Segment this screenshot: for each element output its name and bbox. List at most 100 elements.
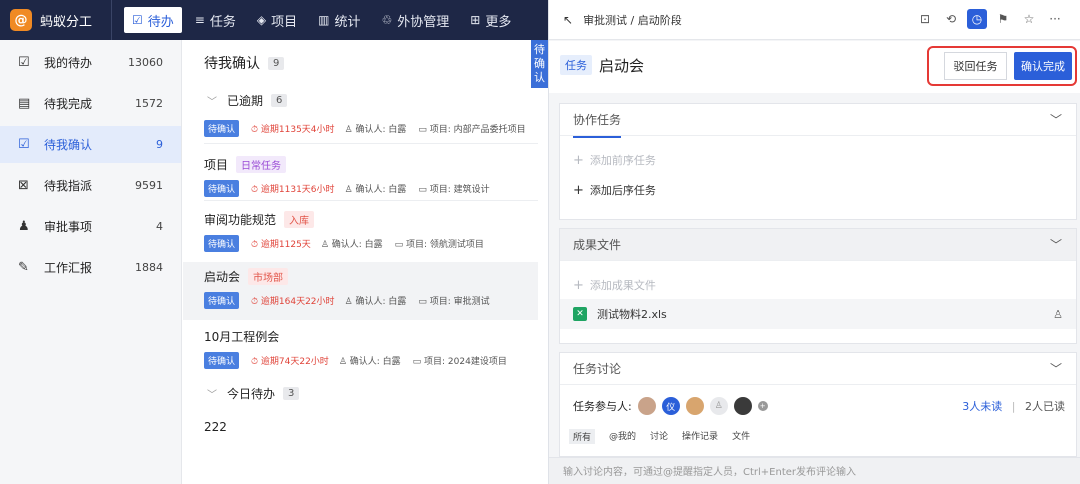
task-name: 审阅功能规范 [204,213,277,227]
filter-mentions[interactable]: @我的 [609,429,636,444]
add-predecessor-button[interactable]: + 添加前序任务 [573,152,656,168]
more-icon[interactable]: ··· [1045,9,1065,29]
task-tag: 入库 [284,211,315,228]
unread-count[interactable]: 3人未读 [962,400,1002,413]
task-name: 项目 [204,158,229,172]
grid-icon: ⊞ [470,13,481,27]
project-text: 项目: 审批测试 [429,297,490,307]
comment-input[interactable]: 输入讨论内容，可通过@提醒指定人员，Ctrl+Enter发布评论输入 [549,457,1080,484]
add-file-button[interactable]: + 添加成果文件 [573,277,656,293]
card-title[interactable]: 任务讨论 [573,360,621,377]
page-title[interactable]: 启动会 [599,55,644,76]
vtab-char: 认 [534,71,545,84]
nav-tasks[interactable]: ≡ 任务 [187,7,244,33]
app-logo[interactable]: @ 蚂蚁分工 [0,0,112,40]
nav-stats[interactable]: ▥ 统计 [310,7,368,33]
task-name: 10月工程例会 [204,330,280,344]
chevron-down-icon[interactable]: ﹀ [1050,236,1062,253]
assign-icon: ⊠ [18,178,29,193]
avatar[interactable] [637,397,656,415]
plus-icon: + [573,152,584,168]
nav-todo[interactable]: ☑ 待办 [124,7,182,33]
filter-all[interactable]: 所有 [569,429,596,444]
task-row[interactable]: 审阅功能规范 入库 待确认 ⏱ 逾期1125天 ♙ 确认人: 白露 ▭ 项目: 领… [183,205,538,263]
card-title[interactable]: 协作任务 [573,111,622,138]
sidebar: ☑ 我的待办 13060 ▤ 待我完成 1572 ☑ 待我确认 9 ⊠ 待我指派 9591 ♟ 审… [0,40,182,484]
cycle-icon: ♲ [381,13,393,27]
nav-more[interactable]: ⊞ 更多 [462,7,519,33]
avatar-placeholder-icon[interactable]: ♙ [709,397,728,415]
filter-discussion[interactable]: 讨论 [650,429,668,444]
file-name[interactable]: 测试物料2.xls [597,306,1053,322]
file-item[interactable]: ✕ 测试物料2.xls ♙ [560,299,1076,329]
add-successor-button[interactable]: + 添加后序任务 [573,182,656,198]
sidebar-item-to-confirm[interactable]: ☑ 待我确认 9 [0,126,181,163]
status-badge: 待确认 [204,292,240,309]
task-list: 待我确认 9 ﹀ 已逾期 6 待确认 ⏱ 逾期1135天4小时 ♙ 确认人: 白… [183,40,548,484]
overdue-label: ⏱ 逾期164天22小时 [251,297,335,307]
overdue-label: ⏱ 逾期74天22小时 [251,357,329,367]
filter-files[interactable]: 文件 [732,429,750,444]
today-task-name[interactable]: 222 [204,420,227,434]
task-tag: 市场部 [248,268,289,285]
top-navbar: @ 蚂蚁分工 ☑ 待办 ≡ 任务 ◈ 项目 ▥ 统计 ♲ 外协管理 ⊞ 更多 [0,0,548,40]
breadcrumb[interactable]: ↖ 审批测试 / 启动阶段 [563,12,682,28]
chevron-down-icon: ﹀ [207,97,217,108]
sidebar-item-reports[interactable]: ✎ 工作汇报 1884 [0,249,181,286]
sidebar-item-my-todo[interactable]: ☑ 我的待办 13060 [0,44,181,81]
confirmer: ♙ 确认人: 白露 [320,240,383,250]
confirmer-text: 确认人: 白露 [331,240,383,250]
person-icon[interactable]: ♙ [1053,308,1063,321]
clock-icon[interactable]: ◷ [967,9,987,29]
confirm-side-tab[interactable]: 待 确 认 [531,40,548,88]
repeat-icon[interactable]: ⟲ [941,9,961,29]
read-count[interactable]: 2人已读 [1025,400,1065,413]
overdue-label: ⏱ 逾期1135天4小时 [251,125,335,135]
overdue-text: 逾期1135天4小时 [260,125,335,135]
confirm-complete-button[interactable]: 确认完成 [1014,52,1072,80]
nav-label: 待办 [147,14,174,30]
confirmer: ♙ 确认人: 白露 [338,357,401,367]
sidebar-item-to-complete[interactable]: ▤ 待我完成 1572 [0,85,181,122]
confirmer-text: 确认人: 白露 [349,357,401,367]
sidebar-item-label: 待我完成 [44,97,93,111]
flag-icon[interactable]: ⚑ [993,9,1013,29]
confirmer: ♙ 确认人: 白露 [344,185,407,195]
vtab-char: 确 [534,57,545,70]
card-title[interactable]: 成果文件 [573,236,621,253]
group-overdue[interactable]: ﹀ 已逾期 6 [207,92,288,109]
avatar[interactable] [733,397,752,415]
sidebar-item-to-assign[interactable]: ⊠ 待我指派 9591 [0,167,181,204]
separator: | [1011,400,1016,413]
avatar[interactable] [685,397,704,415]
overdue-label: ⏱ 逾期1131天6小时 [251,185,335,195]
nav-projects[interactable]: ◈ 项目 [249,7,305,33]
chevron-down-icon[interactable]: ﹀ [1050,111,1062,128]
arrow-up-left-icon[interactable]: ↖ [563,13,573,27]
confirmer: ♙ 确认人: 白露 [344,125,407,135]
task-row[interactable]: 10月工程例会 待确认 ⏱ 逾期74天22小时 ♙ 确认人: 白露 ▭ 项目: … [183,322,538,380]
list-title-text: 待我确认 [204,56,260,72]
project: ▭ 项目: 领航测试项目 [394,240,484,250]
chevron-down-icon[interactable]: ﹀ [1050,360,1062,377]
vtab-char: 待 [534,43,545,56]
nav-label: 项目 [271,14,298,30]
nav-outsourcing[interactable]: ♲ 外协管理 [373,7,457,33]
logo-icon: @ [10,9,32,31]
filter-logs[interactable]: 操作记录 [682,429,718,444]
lock-icon[interactable]: ⊡ [915,9,935,29]
divider [204,143,538,144]
collab-card: 协作任务 ﹀ + 添加前序任务 + 添加后序任务 [559,103,1077,220]
list-icon: ≡ [194,13,205,27]
reject-task-button[interactable]: 驳回任务 [944,52,1007,80]
overdue-text: 逾期164天22小时 [260,297,335,307]
add-participant-icon[interactable]: + [757,401,768,411]
sidebar-item-count: 13060 [128,56,163,69]
sidebar-item-approvals[interactable]: ♟ 审批事项 4 [0,208,181,245]
avatar[interactable]: 仪 [661,397,680,415]
project: ▭ 项目: 审批测试 [418,297,490,307]
task-row-selected[interactable]: 启动会 市场部 待确认 ⏱ 逾期164天22小时 ♙ 确认人: 白露 ▭ 项目: … [183,262,538,320]
group-today[interactable]: ﹀ 今日待办 3 [207,385,300,402]
star-icon[interactable]: ☆ [1019,9,1039,29]
checkbox-icon: ☑ [18,137,30,152]
